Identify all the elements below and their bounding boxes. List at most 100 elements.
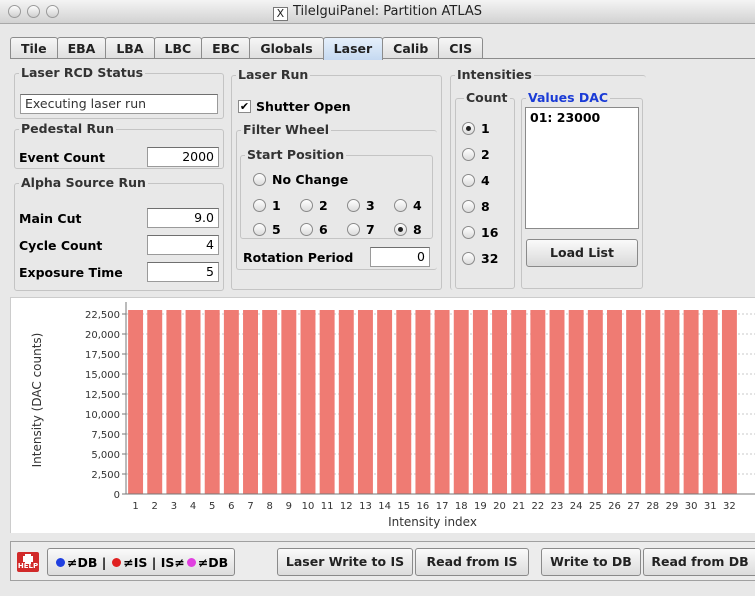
event-count-label: Event Count [19,150,105,165]
laser-run-group: Laser Run ✔ Shutter Open Filter Wheel St… [231,67,442,290]
x-tick-label: 26 [608,501,621,512]
window-title-wrap: X TileIguiPanel: Partition ATLAS [0,4,755,21]
event-count-input[interactable]: 2000 [147,147,219,167]
laser-rcd-status-field: Executing laser run [20,94,218,114]
laser-run-title: Laser Run [236,67,311,82]
read-from-db-button[interactable]: Read from DB [643,548,755,576]
x-tick-label: 32 [723,501,736,512]
x-tick-label: 17 [436,501,449,512]
x-tick-label: 16 [417,501,430,512]
bar [472,310,488,494]
is-status-dot-icon [112,557,122,567]
count-32-radio[interactable]: 32 [462,251,498,266]
count-1-radio[interactable]: 1 [462,121,490,136]
isdb-status-dot-icon [186,557,196,567]
x-tick-label: 5 [209,501,215,512]
bar [377,310,393,494]
x-tick-label: 23 [551,501,564,512]
position-4-radio[interactable]: 4 [394,198,422,213]
alpha-source-title: Alpha Source Run [19,175,148,190]
count-label: 32 [481,251,499,266]
chart-x-ticks: 1 2 3 4 5 6 7 8 9 10 11 12 13 14 15 16 17 18 19 20 21 22 23 24 2… [132,501,735,512]
position-label: 3 [366,198,375,213]
radio-icon [253,199,266,212]
position-6-radio[interactable]: 6 [300,222,328,237]
intensities-title: Intensities [455,67,534,82]
tab-eba[interactable]: EBA [56,37,107,59]
x-tick-label: 28 [646,501,659,512]
alpha-source-group: Alpha Source Run Main Cut 9.0 Cycle Coun… [14,175,224,291]
chart-x-label: Intensity index [388,515,477,529]
count-4-radio[interactable]: 4 [462,173,490,188]
x-tick-label: 25 [589,501,602,512]
bar [607,310,622,494]
position-label: 8 [413,222,422,237]
tab-ebc[interactable]: EBC [201,37,251,59]
write-to-db-button[interactable]: Write to DB [541,548,641,576]
radio-selected-icon [394,223,407,236]
bar [511,310,527,494]
x-tick-label: 4 [190,501,196,512]
bar [645,310,661,494]
legend-db-text: ≠DB | [67,554,107,570]
y-tick-label: 10,000 [85,410,120,421]
shutter-open-checkbox[interactable]: ✔ Shutter Open [238,99,351,114]
x-tick-label: 31 [704,501,717,512]
laser-panel: Laser RCD Status Executing laser run Ped… [10,58,755,291]
x11-icon: X [272,7,288,21]
bar [492,310,508,494]
values-dac-list[interactable]: 01: 23000 [525,107,639,229]
position-label: 6 [319,222,328,237]
radio-icon [462,252,475,265]
bar [396,310,412,494]
bar [319,310,335,494]
load-list-button[interactable]: Load List [526,239,638,267]
count-8-radio[interactable]: 8 [462,199,490,214]
count-2-radio[interactable]: 2 [462,147,490,162]
window-title: TileIguiPanel: Partition ATLAS [292,4,483,19]
position-5-radio[interactable]: 5 [253,222,281,237]
laser-rcd-group: Laser RCD Status Executing laser run [14,65,224,119]
start-position-group: Start Position No Change 1 2 3 4 5 6 7 8 [240,147,433,239]
x-tick-label: 20 [493,501,506,512]
x-tick-label: 7 [247,501,253,512]
position-8-radio[interactable]: 8 [394,222,422,237]
position-7-radio[interactable]: 7 [347,222,375,237]
radio-icon [462,226,475,239]
values-dac-group: Values DAC 01: 23000 Load List [521,90,643,289]
tab-globals[interactable]: Globals [249,37,324,59]
tab-laser[interactable]: Laser [322,37,384,60]
radio-icon [394,199,407,212]
radio-icon [347,199,360,212]
help-icon[interactable]: HELP [17,552,39,572]
bar [549,310,565,494]
bar [702,310,718,494]
position-3-radio[interactable]: 3 [347,198,375,213]
y-tick-label: 22,500 [85,310,120,321]
exposure-time-input[interactable]: 5 [147,262,219,282]
cycle-count-input[interactable]: 4 [147,235,219,255]
bar [223,310,239,494]
intensity-bar-chart: 0 2,500 5,000 7,500 10,000 12,500 15,000 17,500… [30,302,755,529]
list-item[interactable]: 01: 23000 [530,110,634,125]
tab-lbc[interactable]: LBC [153,37,203,59]
shutter-open-label: Shutter Open [256,99,351,114]
position-2-radio[interactable]: 2 [300,198,328,213]
tab-lba[interactable]: LBA [105,37,155,59]
tab-bar: Tile EBA LBA LBC EBC Globals Laser Calib… [10,37,484,60]
tab-cis[interactable]: CIS [438,37,484,59]
rotation-period-input[interactable]: 0 [370,247,430,267]
laser-write-to-is-button[interactable]: Laser Write to IS [277,548,413,576]
filter-wheel-group: Filter Wheel Start Position No Change 1 … [236,122,437,270]
tab-tile[interactable]: Tile [10,37,58,59]
x-tick-label: 11 [321,501,334,512]
y-tick-label: 17,500 [85,350,120,361]
read-from-is-button[interactable]: Read from IS [415,548,529,576]
x-tick-label: 3 [171,501,177,512]
position-1-radio[interactable]: 1 [253,198,281,213]
radio-icon [300,223,313,236]
position-no-change-radio[interactable]: No Change [253,172,348,187]
tab-calib[interactable]: Calib [382,37,440,59]
main-cut-input[interactable]: 9.0 [147,208,219,228]
count-16-radio[interactable]: 16 [462,225,498,240]
